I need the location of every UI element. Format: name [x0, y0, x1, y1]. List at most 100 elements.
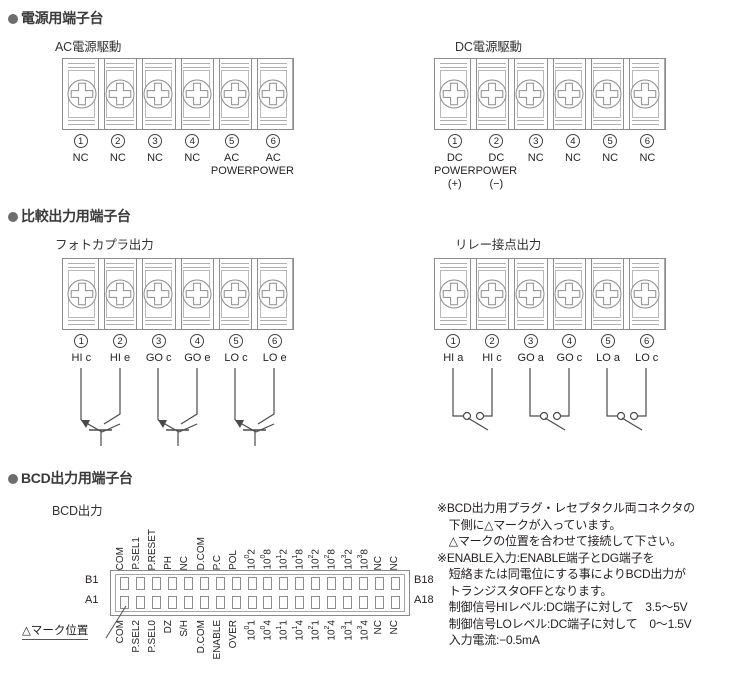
pin-number-2: 2 [485, 334, 499, 348]
bcd-top-label-11: 1012 [276, 549, 290, 570]
terminal-rib [259, 267, 287, 268]
bcd-bottom-label-11: 1011 [276, 620, 290, 641]
pin-label-6: NC [639, 152, 656, 164]
screw-icon [258, 279, 288, 309]
terminal-rib [68, 267, 96, 268]
bcd-pin-B9 [247, 577, 257, 590]
bcd-pin-B2 [135, 577, 145, 590]
terminal-rib [440, 67, 468, 68]
bcd-pin-B1 [120, 577, 129, 590]
terminal-rib [68, 124, 96, 125]
pin-label-1: DC POWER (+) [434, 152, 476, 190]
terminal-cell-1 [63, 59, 102, 129]
bcd-pin-A2 [135, 596, 145, 609]
terminal-rib [221, 120, 249, 121]
bcd-top-label-5: NC [179, 555, 191, 570]
terminal-cell-5 [216, 59, 255, 129]
pin-column-1: 1 NC [62, 134, 99, 178]
section-header-compare-label: 比較出力用端子台 [21, 208, 131, 224]
bcd-top-label-6: D.COM [195, 536, 207, 570]
bcd-pin-B12 [295, 577, 305, 590]
terminal-rib [478, 120, 506, 121]
terminal-rib [144, 267, 172, 268]
terminal-rib [554, 120, 583, 121]
terminal-rib [631, 263, 659, 264]
bcd-bottom-label-13: 1021 [308, 620, 322, 641]
pin-column-4: 4 GO c [550, 334, 589, 365]
bcd-pin-A8 [231, 596, 241, 609]
pin-number-5: 5 [603, 134, 618, 148]
screw-icon [182, 279, 212, 309]
bcd-top-label-4: PH [163, 556, 175, 570]
pin-column-6: 6 AC POWER [252, 134, 294, 178]
terminal-cell-2 [101, 259, 140, 329]
terminal-divider-post [212, 59, 220, 129]
terminal-block-relay [434, 258, 666, 330]
terminal-rib [221, 263, 249, 264]
terminal-cell-4 [178, 259, 217, 329]
pin-number-1: 1 [73, 134, 88, 148]
bcd-top-label-13: 1022 [308, 549, 322, 570]
terminal-rib [68, 120, 96, 121]
section-header-compare: 比較出力用端子台 [8, 206, 131, 226]
terminal-rib [440, 263, 468, 264]
bcd-pin-B18 [390, 577, 400, 590]
terminal-rib [516, 324, 544, 325]
bcd-row-B [120, 577, 400, 590]
terminal-rib [221, 124, 249, 125]
bcd-top-label-15: 1032 [340, 549, 354, 570]
terminal-rib [554, 267, 583, 268]
terminal-rib [221, 67, 249, 68]
terminal-rib [68, 324, 96, 325]
pin-label-5: AC POWER [210, 152, 253, 177]
terminal-divider-post [136, 259, 144, 329]
pin-column-1: 1 DC POWER (+) [434, 134, 476, 191]
screw-icon [477, 79, 507, 109]
bcd-pin-B11 [279, 577, 289, 590]
bcd-row-A [120, 596, 400, 609]
terminal-cell-6 [255, 59, 293, 129]
section-header-power-label: 電源用端子台 [21, 10, 104, 26]
bcd-pin-B10 [263, 577, 273, 590]
terminal-rib [593, 320, 621, 321]
terminal-divider-post [174, 59, 182, 129]
terminal-rib [68, 63, 96, 64]
screw-icon [67, 79, 97, 109]
bcd-pin-A7 [215, 596, 225, 609]
terminal-rib [478, 320, 506, 321]
bcd-pin-A15 [343, 596, 353, 609]
subheader-dc-power: DC電源駆動 [455, 40, 522, 54]
pin-column-2: 2 DC POWER (−) [476, 134, 517, 191]
terminal-divider-post [212, 259, 220, 329]
terminal-rib [516, 320, 544, 321]
bullet-icon [8, 212, 18, 222]
bcd-bottom-label-9: 1001 [243, 620, 258, 641]
screw-icon [439, 79, 469, 109]
terminal-rib [221, 267, 249, 268]
bcd-row-label-b1: B1 [85, 574, 99, 586]
terminal-rib [478, 324, 506, 325]
terminal-divider-post [623, 259, 631, 329]
bcd-row-label-a1: A1 [85, 594, 99, 606]
terminal-cell-4 [178, 59, 217, 129]
terminal-rib [631, 267, 659, 268]
bcd-pin-B15 [343, 577, 353, 590]
bcd-pin-A12 [295, 596, 305, 609]
terminal-rib [106, 63, 134, 64]
bcd-bottom-label-10: 1004 [259, 620, 274, 641]
terminal-rib [144, 63, 172, 64]
pin-labels-photocoupler: 1 HI c 2 HI e 3 GO c 4 GO e 5 LO c 6 LO e [62, 334, 294, 365]
bcd-top-pin-labels: COM P.SEL1 P.RESET PH NC D.COM P.C POL 1002 1008 1… [115, 523, 405, 571]
terminal-rib [221, 320, 249, 321]
bcd-pin-B6 [199, 577, 209, 590]
terminal-divider-post [623, 59, 631, 129]
terminal-rib [440, 124, 468, 125]
bcd-top-label-17: NC [372, 555, 384, 570]
terminal-cell-3 [512, 259, 550, 329]
pin-label-3: NC [527, 152, 544, 164]
pin-column-3: 3 GO a [511, 334, 550, 365]
terminal-rib [182, 120, 211, 121]
bcd-pin-B4 [167, 577, 177, 590]
screw-icon [515, 279, 545, 309]
bcd-top-label-3: P.RESET [147, 528, 159, 571]
